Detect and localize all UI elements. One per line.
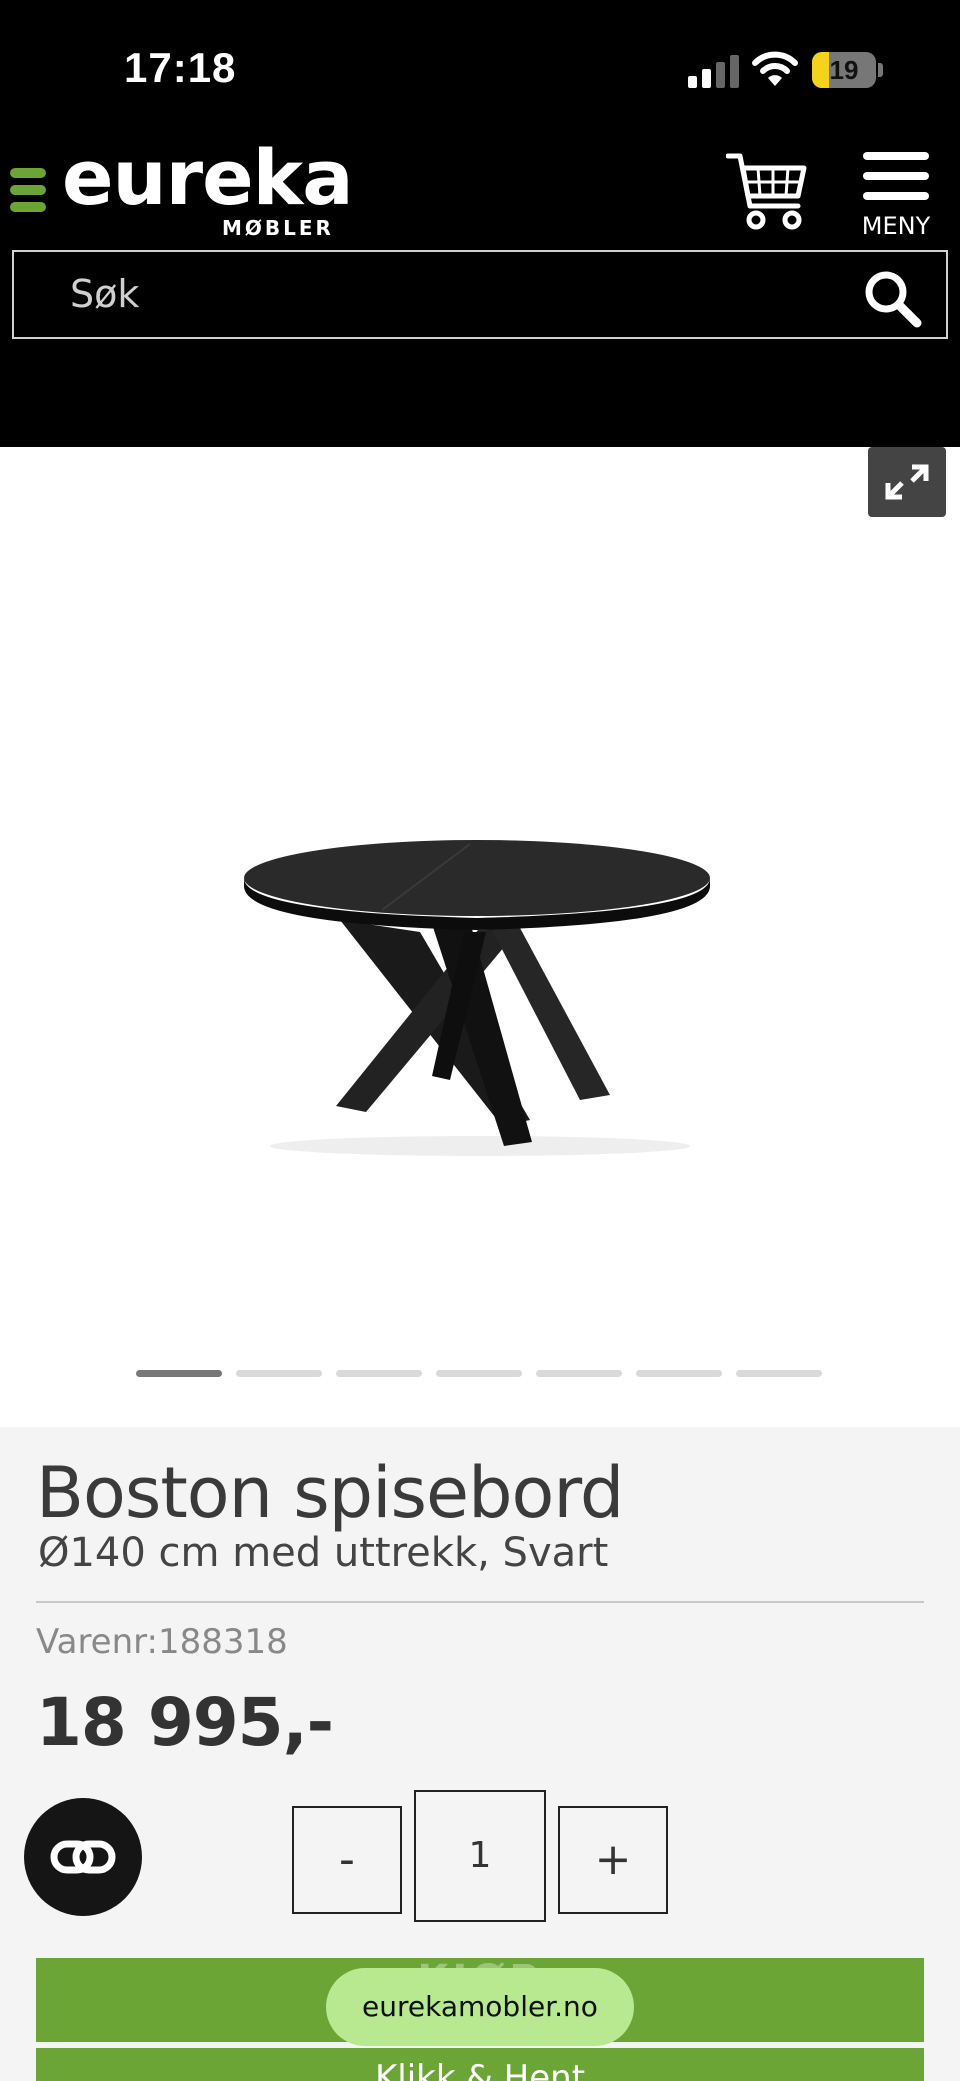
fullscreen-button[interactable]	[868, 447, 946, 517]
product-price: 18 995,-	[36, 1684, 334, 1761]
gallery-dot[interactable]	[136, 1370, 222, 1377]
battery-icon: 19	[812, 52, 876, 88]
search-input[interactable]	[70, 264, 830, 324]
click-and-collect-button[interactable]: Klikk & Hent	[36, 2048, 924, 2081]
cellular-signal-icon	[688, 54, 740, 88]
gallery-dot[interactable]	[636, 1370, 722, 1377]
gallery-dot[interactable]	[236, 1370, 322, 1377]
product-subtitle: Ø140 cm med uttrekk, Svart	[38, 1530, 609, 1576]
menu-button[interactable]: MENY	[858, 148, 934, 240]
battery-level: 19	[829, 55, 859, 85]
expand-icon	[885, 464, 929, 500]
gallery-pagination	[136, 1370, 826, 1378]
search-icon[interactable]	[862, 268, 922, 328]
wifi-icon	[752, 51, 798, 86]
gallery-dot[interactable]	[736, 1370, 822, 1377]
sku-label: Varenr:	[36, 1622, 158, 1662]
site-header: 17:18 19 eureka MØBLER MENY	[0, 0, 960, 447]
cart-icon[interactable]	[726, 150, 810, 234]
logo-mark-icon[interactable]	[10, 168, 46, 212]
gallery-dot[interactable]	[536, 1370, 622, 1377]
status-time: 17:18	[124, 44, 237, 91]
quantity-input[interactable]: 1	[414, 1790, 546, 1922]
quantity-decrease-button[interactable]: -	[292, 1806, 402, 1914]
search-bar	[12, 250, 948, 339]
logo-subtitle: MØBLER	[222, 216, 334, 240]
browser-url-bar[interactable]: eurekamobler.no	[326, 1968, 634, 2046]
product-title: Boston spisebord	[36, 1452, 624, 1534]
menu-label: MENY	[861, 212, 931, 240]
product-sku: Varenr:188318	[36, 1622, 288, 1662]
product-image[interactable]	[220, 820, 740, 1160]
click-and-collect-label: Klikk & Hent	[374, 2058, 586, 2081]
sku-value: 188318	[158, 1622, 288, 1662]
quantity-increase-button[interactable]: +	[558, 1806, 668, 1914]
gallery-dot[interactable]	[336, 1370, 422, 1377]
chat-button[interactable]	[24, 1798, 142, 1916]
chat-icon	[50, 1840, 116, 1874]
logo[interactable]: eureka	[62, 140, 354, 216]
divider	[36, 1601, 924, 1603]
gallery-dot[interactable]	[436, 1370, 522, 1377]
